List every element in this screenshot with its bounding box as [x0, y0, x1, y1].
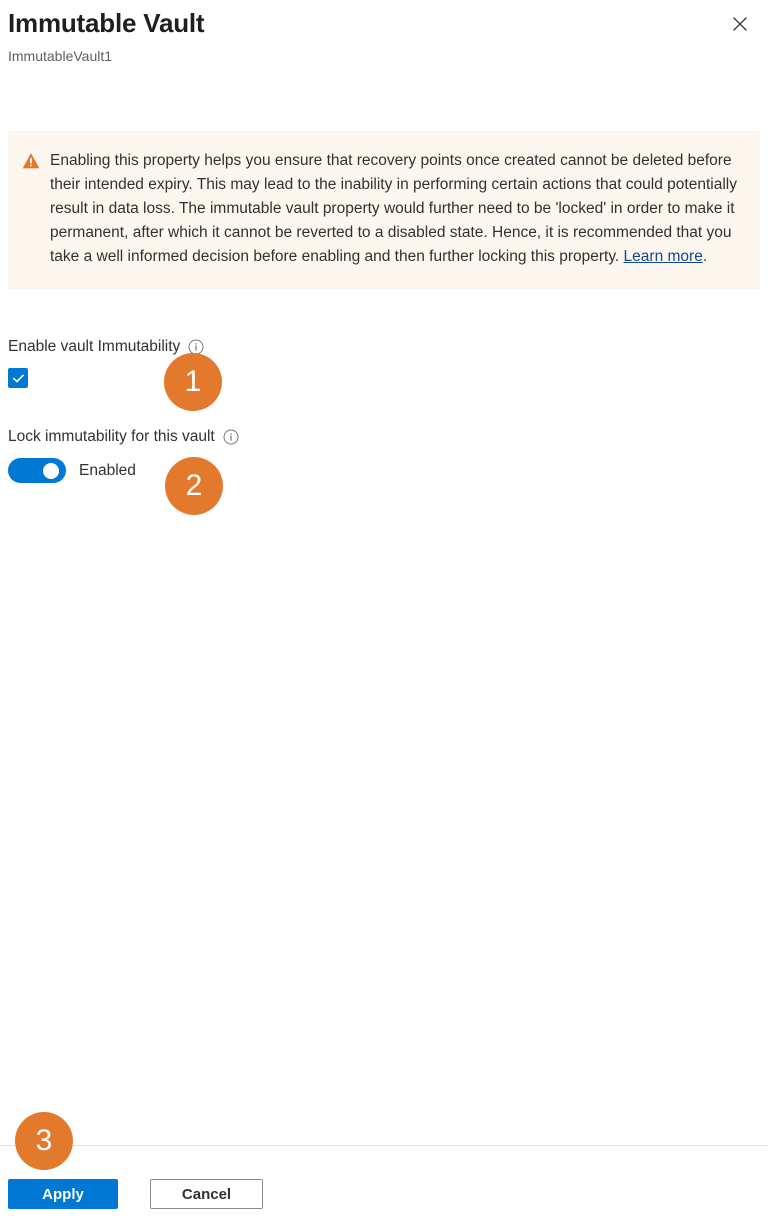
apply-button[interactable]: Apply: [8, 1179, 118, 1209]
learn-more-link[interactable]: Learn more: [624, 248, 703, 265]
page-subtitle: ImmutableVault1: [8, 48, 113, 64]
warning-message-tail: .: [702, 248, 708, 265]
page-title: Immutable Vault: [8, 8, 205, 38]
footer-actions: Apply Cancel: [8, 1179, 263, 1209]
warning-message: Enabling this property helps you ensure …: [50, 149, 740, 269]
annotation-badge-3: 3: [15, 1112, 73, 1170]
cancel-button[interactable]: Cancel: [150, 1179, 263, 1209]
lock-immutability-label-row: Lock immutability for this vault: [8, 426, 239, 448]
annotation-badge-1: 1: [164, 353, 222, 411]
toggle-knob: [43, 462, 59, 479]
warning-banner: Enabling this property helps you ensure …: [8, 131, 760, 289]
lock-immutability-toggle[interactable]: [8, 458, 66, 483]
close-icon: [732, 16, 748, 32]
lock-immutability-label: Lock immutability for this vault: [8, 428, 215, 445]
annotation-badge-2: 2: [165, 457, 223, 515]
info-icon[interactable]: [223, 429, 239, 445]
close-button[interactable]: [724, 8, 756, 40]
footer-divider: [0, 1145, 768, 1146]
enable-vault-immutability-label-row: Enable vault Immutability: [8, 336, 204, 358]
enable-vault-immutability-label: Enable vault Immutability: [8, 338, 181, 355]
enable-vault-immutability-checkbox[interactable]: [8, 368, 28, 388]
panel-header: Immutable Vault ImmutableVault1: [0, 0, 768, 110]
warning-triangle-icon: [22, 152, 40, 170]
lock-immutability-state-label: Enabled: [79, 461, 136, 479]
